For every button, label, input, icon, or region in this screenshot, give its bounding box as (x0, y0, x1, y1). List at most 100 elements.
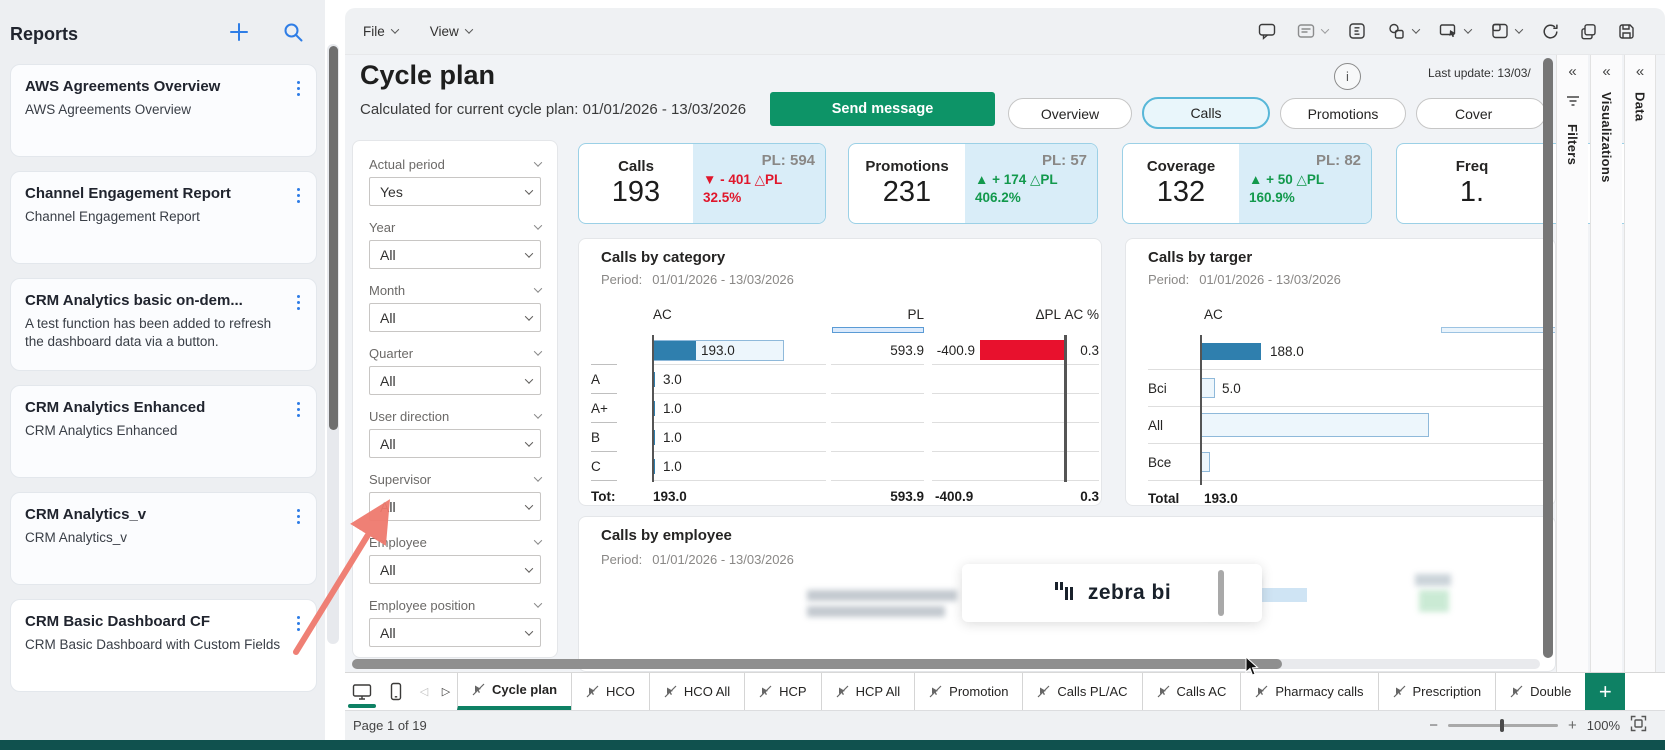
expand-pane-icon[interactable]: « (1636, 63, 1644, 80)
hidden-page-icon (929, 685, 942, 698)
zoom-level: 100% (1587, 718, 1620, 733)
dpl-cell (932, 452, 1065, 481)
popup-scrollbar[interactable] (1218, 570, 1224, 616)
tab-calls-ac[interactable]: Calls AC (1142, 673, 1241, 710)
report-title: CRM Analytics Enhanced (25, 399, 277, 416)
zoom-slider-handle[interactable] (1500, 719, 1504, 732)
kebab-menu-icon[interactable] (293, 614, 304, 633)
horizontal-scrollbar-thumb[interactable] (352, 659, 1282, 669)
chevron-down-icon[interactable] (534, 599, 542, 607)
chart-title: Calls by category (601, 249, 725, 266)
chevron-down-icon[interactable] (534, 410, 542, 418)
filter-dropdown[interactable]: All (369, 618, 541, 647)
chevron-down-icon[interactable] (534, 158, 542, 166)
file-menu[interactable]: File (361, 20, 400, 43)
tab-cycle-plan[interactable]: Cycle plan (457, 673, 571, 710)
zoom-out-icon[interactable]: − (1429, 717, 1438, 734)
previous-page-icon[interactable]: ◁ (413, 673, 435, 710)
chevron-down-icon[interactable] (534, 473, 542, 481)
filter-dropdown[interactable]: All (369, 303, 541, 332)
report-card[interactable]: Channel Engagement Report Channel Engage… (10, 171, 317, 264)
vertical-scrollbar-thumb[interactable] (1543, 58, 1553, 658)
shapes-icon[interactable] (1383, 18, 1422, 45)
fit-to-page-icon[interactable] (1630, 715, 1647, 737)
filter-dropdown[interactable]: All (369, 240, 541, 269)
hidden-page-icon (1510, 685, 1523, 698)
kebab-menu-icon[interactable] (293, 186, 304, 205)
visualizations-pane[interactable]: « Visualizations (1590, 55, 1622, 672)
tab-prescription[interactable]: Prescription (1378, 673, 1496, 710)
row-label: All (1148, 418, 1201, 433)
chevron-down-icon[interactable] (534, 284, 542, 292)
kebab-menu-icon[interactable] (293, 507, 304, 526)
sidebar-scrollbar-thumb[interactable] (329, 46, 338, 430)
nav-button-coverage[interactable]: Cover (1416, 98, 1546, 129)
filter-dropdown[interactable]: All (369, 366, 541, 395)
filter-label: Supervisor (369, 472, 431, 487)
kpi-card-calls: Calls 193 PL: 594 ▼ - 401 △PL 32.5% (578, 143, 826, 224)
report-card[interactable]: CRM Analytics_v CRM Analytics_v (10, 492, 317, 585)
filters-pane[interactable]: « Filters (1556, 55, 1588, 672)
save-icon[interactable] (1614, 19, 1639, 44)
filter-label: Employee position (369, 598, 475, 613)
ac-value: 193.0 (701, 343, 735, 358)
tab-hcp[interactable]: HCP (744, 673, 820, 710)
chevron-down-icon[interactable] (534, 347, 542, 355)
report-card[interactable]: CRM Basic Dashboard CF CRM Basic Dashboa… (10, 599, 317, 692)
new-visual-icon[interactable] (1435, 18, 1474, 44)
expand-pane-icon[interactable]: « (1602, 63, 1610, 80)
filter-dropdown[interactable]: All (369, 429, 541, 458)
column-header-ac: AC (653, 307, 672, 322)
kebab-menu-icon[interactable] (293, 400, 304, 419)
nav-button-overview[interactable]: Overview (1008, 98, 1132, 129)
filter-dropdown[interactable]: All (369, 555, 541, 584)
chevron-down-icon[interactable] (534, 536, 542, 544)
nav-button-promotions[interactable]: Promotions (1280, 98, 1406, 129)
next-page-icon[interactable]: ▷ (435, 673, 457, 710)
tab-hcp-all[interactable]: HCP All (821, 673, 915, 710)
bookmark-navigator-icon[interactable] (1344, 18, 1370, 44)
ac-cell: 1.0 (653, 394, 826, 423)
kebab-menu-icon[interactable] (293, 293, 304, 312)
ac-cell: 1.0 (653, 423, 826, 452)
tab-double[interactable]: Double (1495, 673, 1585, 710)
tab-hco[interactable]: HCO (571, 673, 649, 710)
filter-dropdown[interactable]: All (369, 492, 541, 521)
tab-hco-all[interactable]: HCO All (649, 673, 744, 710)
chevron-down-icon (525, 186, 533, 194)
tab-pharmacy-calls[interactable]: Pharmacy calls (1240, 673, 1377, 710)
zoom-slider[interactable] (1448, 724, 1558, 727)
tab-promotion[interactable]: Promotion (914, 673, 1022, 710)
expand-pane-icon[interactable]: « (1568, 63, 1576, 80)
ac-value: 188.0 (1270, 344, 1304, 359)
pl-cell (831, 452, 924, 481)
nav-button-calls[interactable]: Calls (1142, 97, 1270, 129)
info-icon[interactable]: i (1334, 63, 1361, 90)
copy-icon[interactable] (1576, 19, 1601, 44)
search-icon[interactable] (281, 20, 305, 49)
chevron-down-icon[interactable] (534, 221, 542, 229)
smart-narrative-icon[interactable] (1293, 18, 1331, 44)
filter-label: User direction (369, 409, 449, 424)
add-report-icon[interactable] (227, 20, 251, 49)
data-pane[interactable]: « Data (1624, 55, 1656, 672)
comment-icon[interactable] (1254, 18, 1280, 44)
tab-calls-pl-ac[interactable]: Calls PL/AC (1022, 673, 1141, 710)
report-card[interactable]: CRM Analytics Enhanced CRM Analytics Enh… (10, 385, 317, 478)
kebab-menu-icon[interactable] (293, 79, 304, 98)
report-card[interactable]: CRM Analytics basic on-dem... A test fun… (10, 278, 317, 371)
add-page-button[interactable]: + (1585, 673, 1625, 710)
refresh-icon[interactable] (1538, 19, 1563, 44)
report-card[interactable]: AWS Agreements Overview AWS Agreements O… (10, 64, 317, 157)
filter-dropdown[interactable]: Yes (369, 177, 541, 206)
send-message-button[interactable]: Send message (770, 92, 995, 126)
kpi-plan: PL: 57 (975, 152, 1087, 169)
page-layout-icon[interactable] (1487, 18, 1525, 44)
pl-cell (831, 394, 924, 423)
zoom-in-icon[interactable]: + (1568, 717, 1577, 734)
view-menu[interactable]: View (428, 20, 474, 43)
report-title: CRM Basic Dashboard CF (25, 613, 277, 630)
kpi-value: 193 (612, 176, 660, 209)
desktop-view-button[interactable] (345, 673, 379, 710)
mobile-view-button[interactable] (379, 673, 413, 710)
